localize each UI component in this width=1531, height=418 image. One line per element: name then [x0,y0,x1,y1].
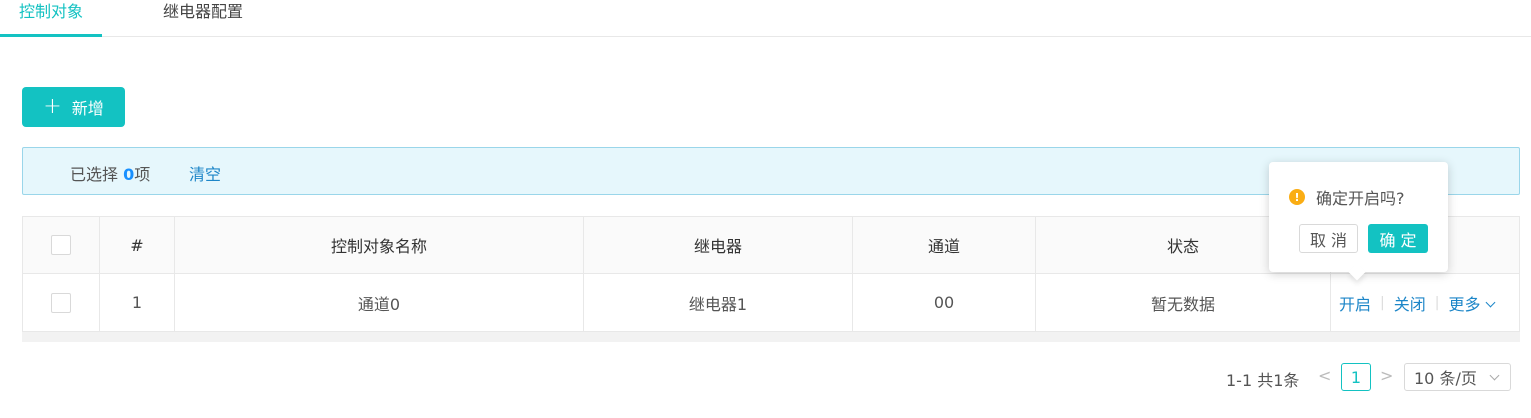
row-name: 通道0 [175,274,584,331]
popover-message: ! 确定开启吗? [1289,185,1405,209]
column-header-channel: 通道 [853,217,1036,273]
selection-prefix: 已选择 [70,165,124,184]
chevron-down-icon [1486,297,1496,307]
close-action-link[interactable]: 关闭 [1394,291,1426,315]
row-checkbox[interactable] [51,292,71,313]
add-button-label: 新增 [71,99,104,118]
page-size-select[interactable]: 10 条/页 [1404,363,1511,391]
add-button[interactable]: + 新增 [22,87,125,127]
column-header-index: # [100,217,175,273]
pagination-total: 1-1 共1条 [1226,371,1300,390]
chevron-down-icon [1489,370,1500,381]
table-row: 1 通道0 继电器1 00 暂无数据 开启 | 关闭 | 更多 [23,274,1519,331]
warning-icon: ! [1289,189,1305,205]
popover-cancel-button[interactable]: 取 消 [1299,224,1358,253]
page-1-button[interactable]: 1 [1341,363,1371,391]
selection-count: 0 [123,165,135,184]
plus-icon: + [43,94,62,119]
next-page-button[interactable]: > [1380,366,1393,385]
more-action-link[interactable]: 更多 [1448,291,1496,315]
popover-message-text: 确定开启吗? [1316,189,1405,208]
confirm-popover: ! 确定开启吗? 取 消 确 定 [1269,162,1448,281]
row-index: 1 [100,274,175,331]
action-divider: | [1434,294,1440,311]
page-size-value: 10 条/页 [1414,369,1477,388]
horizontal-scrollbar[interactable] [22,332,1520,342]
row-actions: 开启 | 关闭 | 更多 [1331,274,1519,331]
action-divider: | [1380,294,1385,311]
tab-relay-config[interactable]: 继电器配置 [163,0,243,37]
row-relay: 继电器1 [584,274,853,331]
tab-control-objects[interactable]: 控制对象 [0,0,102,37]
tab-bar: 控制对象 继电器配置 [0,0,1531,37]
column-header-relay: 继电器 [584,217,853,273]
open-action-link[interactable]: 开启 [1339,291,1371,315]
more-action-label: 更多 [1448,294,1481,314]
prev-page-button[interactable]: < [1318,366,1331,385]
header-checkbox-cell [23,217,100,273]
popover-ok-button[interactable]: 确 定 [1368,224,1428,253]
row-checkbox-cell [23,274,100,331]
row-channel: 00 [853,274,1036,331]
select-all-checkbox[interactable] [51,235,71,255]
selection-text: 已选择 0项 [70,161,150,185]
clear-selection-link[interactable]: 清空 [189,161,221,185]
column-header-name: 控制对象名称 [175,217,584,273]
row-status: 暂无数据 [1036,274,1331,331]
selection-suffix: 项 [134,165,151,184]
